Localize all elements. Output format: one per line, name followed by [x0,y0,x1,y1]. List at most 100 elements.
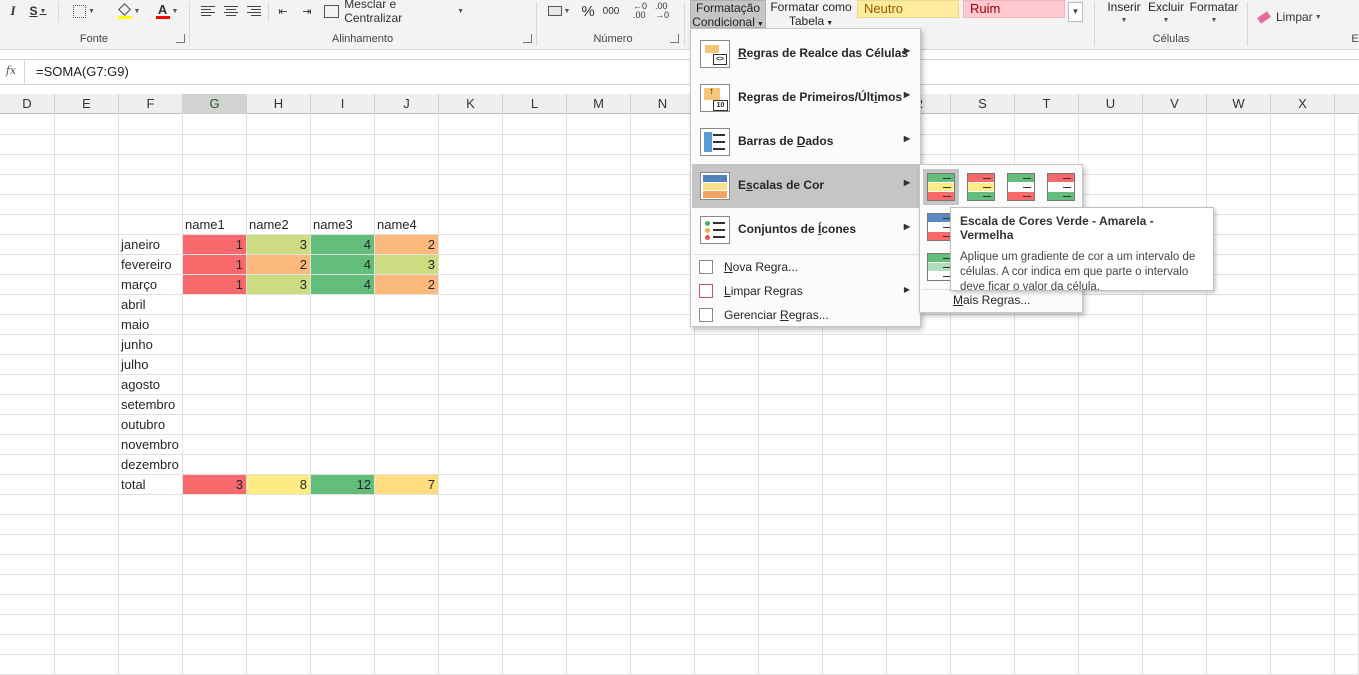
sheet-cell[interactable] [695,655,759,675]
sheet-cell[interactable] [375,615,439,635]
sheet-cell[interactable] [55,595,119,615]
value-cell[interactable]: 4 [311,275,375,295]
sheet-cell[interactable] [439,435,503,455]
sheet-cell[interactable] [1271,555,1335,575]
sheet-cell[interactable] [0,495,55,515]
sheet-cell[interactable] [1207,175,1271,195]
sheet-cell[interactable] [247,595,311,615]
sheet-cell[interactable] [567,635,631,655]
sheet-cell[interactable] [567,575,631,595]
value-cell[interactable]: 3 [375,255,439,275]
sheet-cell[interactable] [311,535,375,555]
conditional-formatting-button[interactable]: Formatação Condicional ▼ [690,0,766,29]
sheet-cell[interactable] [1207,155,1271,175]
increase-decimal-button[interactable]: ←0.00 [630,0,650,22]
sheet-cell[interactable] [631,275,695,295]
sheet-cell[interactable] [951,455,1015,475]
sheet-cell[interactable] [823,435,887,455]
sheet-cell[interactable] [631,255,695,275]
sheet-cell[interactable] [887,595,951,615]
sheet-cell[interactable] [951,575,1015,595]
sheet-cell[interactable] [247,135,311,155]
sheet-cell[interactable] [1143,135,1207,155]
sheet-cell[interactable] [695,615,759,635]
sheet-cell[interactable] [759,495,823,515]
sheet-cell[interactable] [119,615,183,635]
sheet-cell[interactable] [1335,615,1359,635]
sheet-cell[interactable] [1143,355,1207,375]
sheet-cell[interactable] [631,135,695,155]
sheet-cell[interactable] [439,515,503,535]
sheet-cell[interactable] [951,595,1015,615]
sheet-cell[interactable] [1271,395,1335,415]
sheet-cell[interactable] [0,175,55,195]
row-label-cell[interactable]: abril [119,295,183,315]
sheet-cell[interactable] [1335,555,1359,575]
value-cell[interactable] [311,455,375,475]
sheet-cell[interactable] [0,575,55,595]
sheet-cell[interactable] [567,235,631,255]
sheet-cell[interactable] [887,495,951,515]
sheet-cell[interactable] [1143,515,1207,535]
insert-button[interactable]: Inserir ▼ [1104,0,1144,28]
color-scale-green-white-red[interactable] [1003,169,1039,205]
align-left-button[interactable] [198,0,218,22]
sheet-cell[interactable] [183,615,247,635]
sheet-cell[interactable] [503,355,567,375]
sheet-cell[interactable] [1015,335,1079,355]
sheet-cell[interactable] [631,635,695,655]
sheet-cell[interactable] [503,475,567,495]
sheet-cell[interactable] [1207,115,1271,135]
value-cell[interactable] [183,315,247,335]
sheet-cell[interactable] [311,575,375,595]
sheet-cell[interactable] [183,555,247,575]
sheet-cell[interactable] [1335,295,1359,315]
value-cell[interactable] [247,375,311,395]
value-cell[interactable]: 1 [183,235,247,255]
sheet-cell[interactable] [1335,635,1359,655]
sheet-cell[interactable] [1335,435,1359,455]
sheet-cell[interactable] [567,135,631,155]
sheet-cell[interactable] [695,415,759,435]
sheet-cell[interactable] [695,395,759,415]
sheet-cell[interactable] [1271,295,1335,315]
sheet-cell[interactable] [1207,595,1271,615]
sheet-cell[interactable] [1079,355,1143,375]
sheet-cell[interactable] [695,355,759,375]
sheet-cell[interactable] [1271,195,1335,215]
sheet-cell[interactable] [503,415,567,435]
value-cell[interactable] [311,375,375,395]
sheet-cell[interactable] [1143,435,1207,455]
sheet-cell[interactable] [311,195,375,215]
sheet-cell[interactable] [0,335,55,355]
value-cell[interactable] [247,435,311,455]
sheet-cell[interactable] [247,155,311,175]
sheet-cell[interactable] [631,435,695,455]
align-right-button[interactable] [244,0,264,22]
sheet-cell[interactable] [1079,175,1143,195]
sheet-cell[interactable] [55,195,119,215]
sheet-cell[interactable] [439,155,503,175]
sheet-cell[interactable] [567,535,631,555]
sheet-cell[interactable] [503,335,567,355]
sheet-cell[interactable] [1143,595,1207,615]
sheet-cell[interactable] [1015,415,1079,435]
sheet-cell[interactable] [1143,175,1207,195]
style-bad[interactable]: Ruim [963,0,1065,18]
sheet-cell[interactable] [1143,475,1207,495]
sheet-cell[interactable] [0,535,55,555]
value-cell[interactable] [311,395,375,415]
sheet-cell[interactable] [1335,275,1359,295]
sheet-cell[interactable] [311,135,375,155]
sheet-cell[interactable] [503,175,567,195]
menu-item-color-scales[interactable]: Escalas de Cor ▶ [692,164,920,208]
sheet-cell[interactable] [119,575,183,595]
color-scale-red-white-green[interactable] [1043,169,1079,205]
sheet-cell[interactable] [759,515,823,535]
sheet-cell[interactable] [1015,435,1079,455]
sheet-cell[interactable] [951,355,1015,375]
sheet-cell[interactable] [567,495,631,515]
sheet-cell[interactable] [503,155,567,175]
sheet-cell[interactable] [1207,195,1271,215]
sheet-cell[interactable] [1079,655,1143,675]
